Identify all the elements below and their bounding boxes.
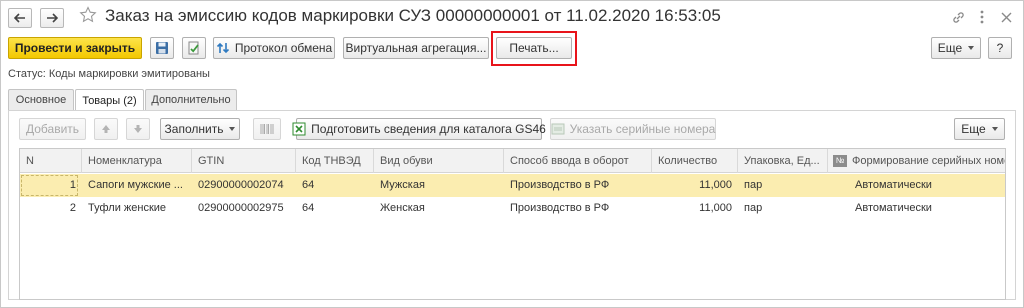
serial-numbers-icon <box>551 121 565 137</box>
cell-item: Туфли женские <box>88 202 167 214</box>
excel-icon <box>292 121 306 137</box>
highlight-frame <box>491 31 577 66</box>
cell-n: 1 <box>69 179 76 191</box>
page-title: Заказ на эмиссию кодов маркировки СУЗ 00… <box>105 6 721 25</box>
cell-quantity: 11,000 <box>699 202 732 214</box>
chevron-down-icon <box>968 46 975 50</box>
more-dots-icon[interactable] <box>975 10 989 24</box>
column-header-item[interactable]: Номенклатура <box>82 149 192 173</box>
prepare-gs46-label: Подготовить сведения для каталога GS46 <box>311 122 546 136</box>
table-header: N Номенклатура GTIN Код ТНВЭД Вид обуви … <box>20 149 1005 173</box>
column-header-gtin[interactable]: GTIN <box>192 149 296 173</box>
post-document-icon <box>188 41 199 55</box>
add-button[interactable]: Добавить <box>19 118 86 140</box>
title-bar: Заказ на эмиссию кодов маркировки СУЗ 00… <box>0 0 1024 34</box>
goods-more-label: Еще <box>961 122 986 136</box>
exchange-arrows-icon <box>216 40 230 56</box>
close-icon[interactable] <box>999 10 1013 24</box>
cell-tnved: 64 <box>302 202 315 214</box>
fill-button[interactable]: Заполнить <box>160 118 240 140</box>
cell-quantity: 11,000 <box>699 179 732 191</box>
number-sign-icon: № <box>833 155 847 167</box>
post-and-close-button[interactable]: Провести и закрыть <box>8 37 142 59</box>
move-down-button[interactable] <box>126 118 150 140</box>
goods-more-button[interactable]: Еще <box>954 118 1005 140</box>
chevron-down-icon <box>229 127 236 131</box>
column-header-shoe-type[interactable]: Вид обуви <box>374 149 504 173</box>
tab-main[interactable]: Основное <box>8 89 74 110</box>
arrow-up-icon <box>102 125 110 133</box>
star-icon[interactable] <box>79 6 97 24</box>
barcode-button[interactable] <box>253 118 281 140</box>
post-button[interactable] <box>182 37 206 59</box>
exchange-protocol-button[interactable]: Протокол обмена <box>213 37 335 59</box>
cell-tnved: 64 <box>302 179 315 191</box>
tab-additional[interactable]: Дополнительно <box>145 89 237 110</box>
cell-package: пар <box>744 202 763 214</box>
forward-button[interactable] <box>40 8 64 28</box>
column-header-package[interactable]: Упаковка, Ед... <box>738 149 828 173</box>
back-button[interactable] <box>8 8 32 28</box>
column-header-quantity[interactable]: Количество <box>652 149 738 173</box>
tab-goods[interactable]: Товары (2) <box>75 89 144 111</box>
serial-numbers-button[interactable]: Указать серийные номера <box>550 118 716 140</box>
cell-n: 2 <box>69 202 76 214</box>
cell-entry-method: Производство в РФ <box>510 179 610 191</box>
save-icon <box>156 42 168 54</box>
forward-arrow-icon <box>47 13 58 23</box>
fill-label: Заполнить <box>164 122 224 136</box>
cell-gtin: 02900000002074 <box>198 179 284 191</box>
goods-table: N Номенклатура GTIN Код ТНВЭД Вид обуви … <box>19 148 1006 300</box>
column-header-n[interactable]: N <box>20 149 82 173</box>
table-row[interactable]: 2 Туфли женские 02900000002975 64 Женска… <box>20 197 1005 220</box>
column-header-entry-method[interactable]: Способ ввода в оборот <box>504 149 652 173</box>
virtual-aggregation-button[interactable]: Виртуальная агрегация... <box>343 37 489 59</box>
cell-serial-mode: Автоматически <box>855 202 932 214</box>
cell-package: пар <box>744 179 763 191</box>
cell-shoe-type: Женская <box>380 202 425 214</box>
cell-shoe-type: Мужская <box>380 179 425 191</box>
prepare-gs46-button[interactable]: Подготовить сведения для каталога GS46 <box>292 118 546 140</box>
column-header-tnved[interactable]: Код ТНВЭД <box>296 149 374 173</box>
barcode-icon <box>260 124 274 134</box>
save-button[interactable] <box>150 37 174 59</box>
column-header-serial-mode[interactable]: Формирование серийных номе <box>828 149 1005 173</box>
cell-item: Сапоги мужские ... <box>88 179 183 191</box>
cell-serial-mode: Автоматически <box>855 179 932 191</box>
back-arrow-icon <box>14 13 25 23</box>
move-up-button[interactable] <box>94 118 118 140</box>
status-text: Статус: Коды маркировки эмитированы <box>8 68 210 80</box>
help-button[interactable]: ? <box>988 37 1012 59</box>
cell-gtin: 02900000002975 <box>198 202 284 214</box>
table-row[interactable]: 1 Сапоги мужские ... 02900000002074 64 М… <box>20 174 1005 197</box>
arrow-down-icon <box>134 125 142 133</box>
chevron-down-icon <box>991 127 998 131</box>
more-label: Еще <box>937 41 963 55</box>
more-button[interactable]: Еще <box>931 37 981 59</box>
exchange-protocol-label: Протокол обмена <box>234 41 333 55</box>
cell-entry-method: Производство в РФ <box>510 202 610 214</box>
link-icon[interactable] <box>951 10 965 24</box>
serial-numbers-label: Указать серийные номера <box>569 122 716 136</box>
